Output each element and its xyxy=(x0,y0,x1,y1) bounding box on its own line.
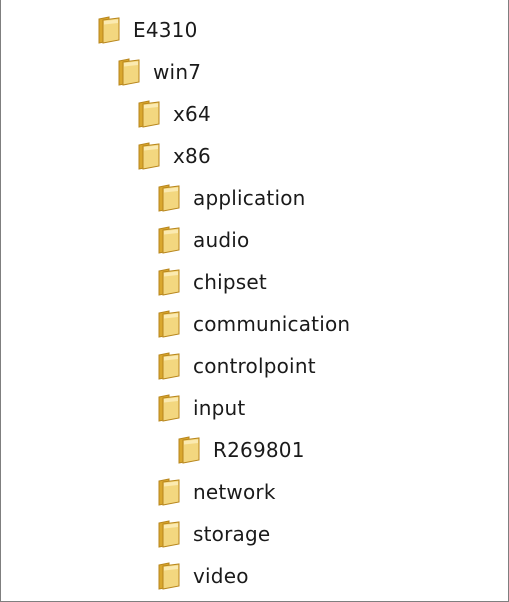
tree-node-label: communication xyxy=(193,312,351,336)
tree-node-video[interactable]: video xyxy=(157,558,249,594)
tree-node-label: controlpoint xyxy=(193,354,316,378)
folder-icon xyxy=(177,435,201,465)
tree-node-label: win7 xyxy=(153,60,202,84)
tree-node-r269801[interactable]: R269801 xyxy=(177,432,305,468)
tree-node-label: storage xyxy=(193,522,271,546)
tree-node-x86[interactable]: x86 xyxy=(137,138,211,174)
tree-node-label: x86 xyxy=(173,144,211,168)
tree-node-controlpoint[interactable]: controlpoint xyxy=(157,348,316,384)
tree-node-chipset[interactable]: chipset xyxy=(157,264,267,300)
tree-node-label: input xyxy=(193,396,246,420)
folder-icon xyxy=(157,561,181,591)
tree-node-application[interactable]: application xyxy=(157,180,306,216)
tree-node-label: x64 xyxy=(173,102,211,126)
folder-icon xyxy=(157,393,181,423)
folder-icon xyxy=(157,309,181,339)
tree-node-label: application xyxy=(193,186,306,210)
tree-node-label: audio xyxy=(193,228,250,252)
tree-node-label: video xyxy=(193,564,249,588)
tree-node-audio[interactable]: audio xyxy=(157,222,249,258)
tree-node-label: chipset xyxy=(193,270,267,294)
tree-node-x64[interactable]: x64 xyxy=(137,96,211,132)
tree-node-storage[interactable]: storage xyxy=(157,516,270,552)
folder-icon xyxy=(157,183,181,213)
folder-icon xyxy=(157,519,181,549)
tree-node-input[interactable]: input xyxy=(157,390,245,426)
tree-node-win7[interactable]: win7 xyxy=(117,54,201,90)
folder-icon xyxy=(117,57,141,87)
folder-icon xyxy=(157,267,181,297)
folder-tree-panel: E4310 win7 x64 x86 application audio chi… xyxy=(0,0,509,602)
tree-node-communication[interactable]: communication xyxy=(157,306,350,342)
tree-node-label: E4310 xyxy=(133,18,198,42)
folder-icon xyxy=(97,15,121,45)
folder-icon xyxy=(137,99,161,129)
folder-icon xyxy=(157,351,181,381)
tree-node-e4310[interactable]: E4310 xyxy=(97,12,198,48)
tree-node-label: R269801 xyxy=(213,438,305,462)
folder-icon xyxy=(137,141,161,171)
folder-icon xyxy=(157,225,181,255)
folder-icon xyxy=(157,477,181,507)
tree-node-network[interactable]: network xyxy=(157,474,276,510)
tree-node-label: network xyxy=(193,480,276,504)
